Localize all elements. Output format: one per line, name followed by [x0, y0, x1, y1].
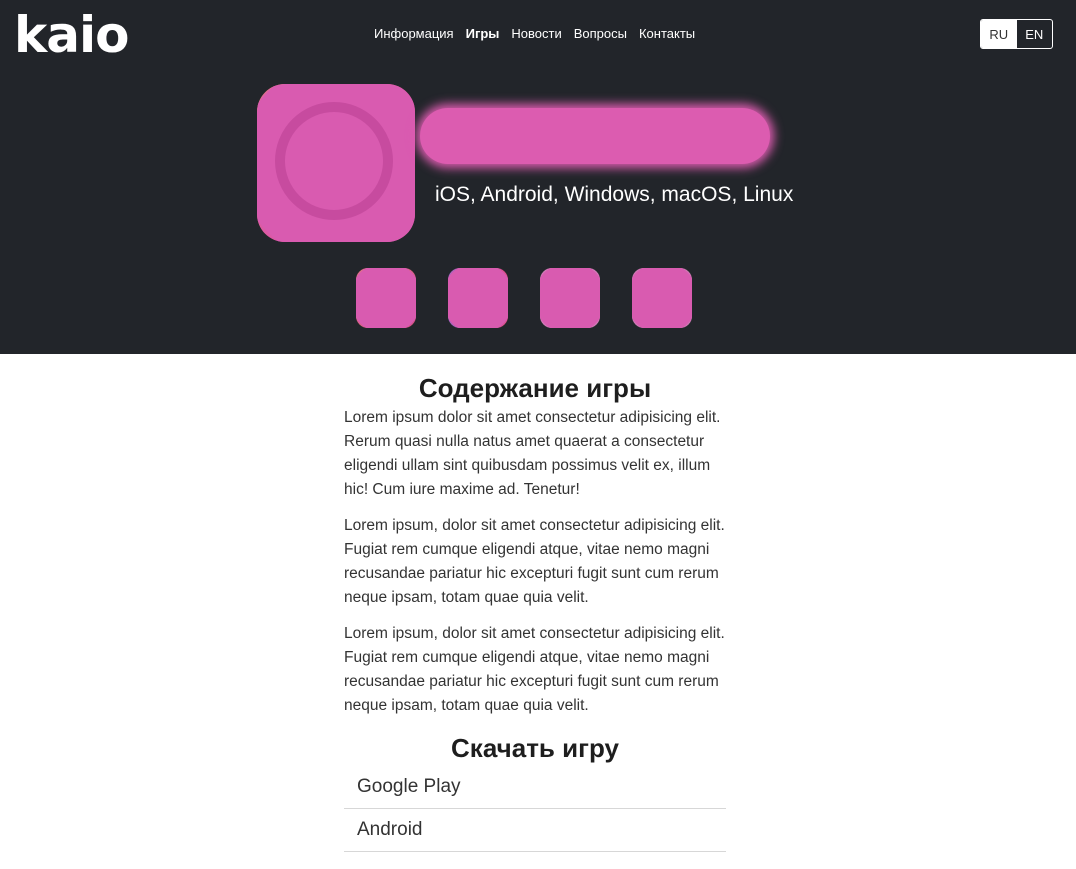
content-paragraph: Lorem ipsum, dolor sit amet consectetur … — [344, 625, 725, 714]
nav-link-faq[interactable]: Вопросы — [574, 26, 627, 42]
lang-en-button[interactable]: EN — [1017, 20, 1053, 48]
store-icon-3[interactable] — [540, 268, 600, 328]
lang-ru-button[interactable]: RU — [981, 20, 1017, 48]
redaction-mark — [632, 268, 692, 328]
nav-link-contacts[interactable]: Контакты — [639, 26, 695, 42]
game-platforms: iOS, Android, Windows, macOS, Linux — [435, 183, 794, 206]
download-list: Google Play Android — [344, 766, 726, 852]
content-paragraph: Lorem ipsum, dolor sit amet consectetur … — [344, 517, 725, 606]
site-logo[interactable]: kaio — [14, 6, 129, 64]
game-title-redacted — [420, 108, 770, 164]
game-content: Содержание игры Lorem ipsum dolor sit am… — [344, 372, 726, 852]
content-heading: Содержание игры — [418, 373, 652, 403]
main-nav: Информация Игры Новости Вопросы Контакты — [374, 26, 695, 42]
download-heading: Скачать игру — [451, 733, 619, 763]
hero-header: kaio Информация Игры Новости Вопросы Кон… — [0, 0, 1076, 354]
store-icon-2[interactable] — [448, 268, 508, 328]
store-icon-4[interactable] — [632, 268, 692, 328]
nav-link-games[interactable]: Игры — [466, 26, 500, 42]
redaction-mark — [448, 268, 508, 328]
game-app-icon — [257, 84, 415, 242]
language-switcher: RU EN — [980, 19, 1053, 49]
download-android[interactable]: Android — [344, 809, 726, 852]
redaction-mark — [356, 268, 416, 328]
store-icons — [356, 268, 692, 328]
content-paragraph: Lorem ipsum dolor sit amet consectetur a… — [344, 409, 721, 498]
nav-link-info[interactable]: Информация — [374, 26, 454, 42]
game-logo-ring — [275, 102, 393, 220]
redaction-mark — [540, 268, 600, 328]
nav-link-news[interactable]: Новости — [511, 26, 561, 42]
download-google-play[interactable]: Google Play — [344, 766, 726, 809]
store-icon-1[interactable] — [356, 268, 416, 328]
